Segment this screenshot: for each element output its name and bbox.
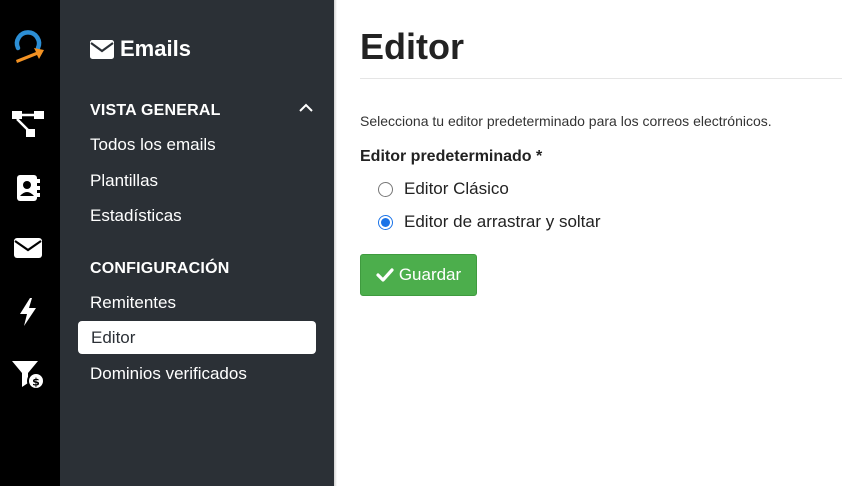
contacts-icon[interactable] bbox=[10, 170, 46, 206]
sidebar: Emails VISTA GENERAL Todos los emails Pl… bbox=[60, 0, 334, 486]
save-button[interactable]: Guardar bbox=[360, 254, 477, 296]
radio-editor-clasico[interactable] bbox=[378, 181, 393, 197]
sidebar-title-text: Emails bbox=[120, 36, 191, 61]
description-text: Selecciona tu editor predeterminado para… bbox=[360, 113, 772, 129]
icon-rail: $ bbox=[0, 0, 60, 486]
radio-editor-arrastrar[interactable] bbox=[378, 214, 393, 230]
sidebar-item-editor[interactable]: Editor bbox=[78, 321, 316, 354]
workflow-icon[interactable] bbox=[10, 106, 46, 142]
option-editor-clasico[interactable]: Editor Clásico bbox=[378, 179, 509, 199]
envelope-icon[interactable] bbox=[10, 230, 46, 266]
brand-logo-icon[interactable] bbox=[10, 28, 46, 64]
chevron-up-icon[interactable] bbox=[298, 100, 314, 118]
sidebar-item-dominios-verificados[interactable]: Dominios verificados bbox=[90, 364, 247, 384]
save-button-label: Guardar bbox=[398, 265, 462, 284]
sidebar-item-estadisticas[interactable]: Estadísticas bbox=[90, 206, 182, 226]
default-editor-label: Editor predeterminado * bbox=[360, 148, 543, 165]
funnel-dollar-icon[interactable]: $ bbox=[10, 356, 46, 392]
sidebar-item-remitentes[interactable]: Remitentes bbox=[90, 293, 176, 313]
sidebar-shadow bbox=[334, 0, 337, 486]
option-editor-arrastrar-label: Editor de arrastrar y soltar bbox=[404, 212, 601, 231]
page-title: Editor bbox=[360, 26, 464, 67]
check-icon bbox=[376, 268, 394, 282]
lightning-icon[interactable] bbox=[10, 294, 46, 330]
main-content: Editor Selecciona tu editor predetermina… bbox=[360, 0, 842, 486]
sidebar-item-plantillas[interactable]: Plantillas bbox=[90, 171, 158, 191]
envelope-icon bbox=[90, 39, 114, 59]
sidebar-title: Emails bbox=[90, 36, 191, 62]
option-editor-clasico-label: Editor Clásico bbox=[404, 179, 509, 198]
section-vista-general: VISTA GENERAL bbox=[90, 102, 221, 119]
option-editor-arrastrar[interactable]: Editor de arrastrar y soltar bbox=[378, 212, 601, 232]
section-configuracion: CONFIGURACIÓN bbox=[90, 260, 230, 277]
sidebar-item-todos-los-emails[interactable]: Todos los emails bbox=[90, 135, 216, 155]
title-divider bbox=[360, 78, 842, 79]
svg-text:$: $ bbox=[32, 376, 40, 389]
